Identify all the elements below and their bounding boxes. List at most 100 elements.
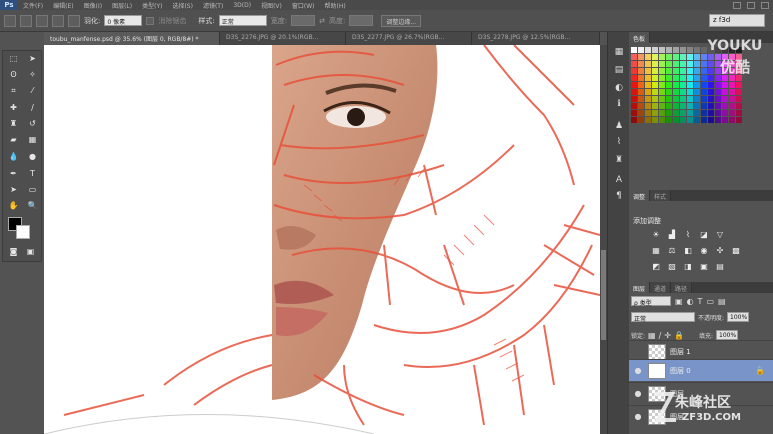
color-swatch[interactable]	[638, 96, 644, 102]
color-swatch[interactable]	[673, 61, 679, 67]
color-swatch[interactable]	[659, 103, 665, 109]
color-swatch[interactable]	[645, 117, 651, 123]
color-swatch[interactable]	[652, 89, 658, 95]
color-swatch[interactable]	[680, 82, 686, 88]
color-swatch[interactable]	[701, 103, 707, 109]
tab-styles[interactable]: 样式	[650, 190, 672, 201]
lock-transparency-icon[interactable]: ▦	[648, 331, 656, 340]
color-swatch[interactable]	[687, 61, 693, 67]
color-swatch[interactable]	[687, 89, 693, 95]
color-swatch[interactable]	[687, 117, 693, 123]
selective-color-icon[interactable]: ▣	[699, 262, 709, 272]
color-swatch[interactable]	[680, 103, 686, 109]
color-swatch[interactable]	[659, 117, 665, 123]
shape-filter-icon[interactable]: ▭	[706, 297, 714, 306]
color-swatch[interactable]	[680, 68, 686, 74]
color-swatch[interactable]	[708, 89, 714, 95]
color-swatch[interactable]	[715, 89, 721, 95]
color-swatch[interactable]	[666, 82, 672, 88]
color-swatch[interactable]	[694, 89, 700, 95]
path-select-icon[interactable]: ➤	[8, 185, 19, 195]
color-swatch[interactable]	[659, 47, 665, 53]
color-swatch[interactable]	[631, 96, 637, 102]
hand-tool-icon[interactable]: ✋	[8, 201, 19, 211]
exposure-icon[interactable]: ◪	[699, 230, 709, 240]
color-swatch[interactable]	[694, 54, 700, 60]
type-filter-icon[interactable]: T	[698, 297, 703, 306]
color-swatch[interactable]	[666, 47, 672, 53]
menu-layer[interactable]: 图层(L)	[107, 1, 137, 10]
color-swatch[interactable]	[722, 103, 728, 109]
vibrance-icon[interactable]: ▽	[715, 230, 725, 240]
lock-pixels-icon[interactable]: ∕	[659, 331, 662, 340]
workspace-select[interactable]: z f3d	[709, 14, 765, 27]
color-swatch[interactable]	[645, 54, 651, 60]
dodge-tool-icon[interactable]: ●	[27, 152, 38, 162]
color-swatch[interactable]	[638, 82, 644, 88]
color-swatch[interactable]	[631, 68, 637, 74]
color-swatch[interactable]	[666, 96, 672, 102]
color-swatch[interactable]	[652, 61, 658, 67]
color-swatch[interactable]	[701, 89, 707, 95]
curves-icon[interactable]: ⌇	[683, 230, 693, 240]
color-swatch[interactable]	[638, 54, 644, 60]
channel-mixer-icon[interactable]: ✣	[715, 246, 725, 256]
color-swatch[interactable]	[722, 117, 728, 123]
color-swatch[interactable]	[736, 103, 742, 109]
color-swatch[interactable]	[645, 89, 651, 95]
layer-kind-select[interactable]: ρ 类型	[631, 296, 671, 307]
healing-brush-icon[interactable]: ✚	[8, 103, 19, 113]
color-swatch[interactable]	[652, 103, 658, 109]
color-swatch[interactable]	[645, 61, 651, 67]
color-swatch[interactable]	[687, 68, 693, 74]
color-swatch[interactable]	[680, 110, 686, 116]
layer-row-selected[interactable]: ● 图层 0 🔒	[629, 359, 773, 381]
color-swatch[interactable]	[673, 96, 679, 102]
color-swatch[interactable]	[652, 47, 658, 53]
color-swatch[interactable]	[645, 47, 651, 53]
tab-paths[interactable]: 路径	[671, 282, 693, 293]
menu-file[interactable]: 文件(F)	[18, 1, 48, 10]
character-panel-icon[interactable]: A	[613, 174, 625, 186]
width-input[interactable]	[291, 15, 316, 26]
hue-saturation-icon[interactable]: ▦	[651, 246, 661, 256]
color-swatch[interactable]	[631, 103, 637, 109]
color-swatch[interactable]	[638, 75, 644, 81]
color-panel-icon[interactable]: ▦	[613, 46, 625, 58]
eye-icon[interactable]: ●	[632, 412, 644, 421]
color-swatch[interactable]	[631, 47, 637, 53]
tab-swatches[interactable]: 色板	[629, 32, 651, 43]
paragraph-panel-icon[interactable]: ¶	[613, 190, 625, 202]
color-swatch[interactable]	[631, 89, 637, 95]
color-swatch[interactable]	[652, 117, 658, 123]
add-selection-icon[interactable]	[36, 14, 48, 27]
color-swatch[interactable]	[645, 96, 651, 102]
color-swatch[interactable]	[687, 82, 693, 88]
eraser-tool-icon[interactable]: ▰	[8, 135, 19, 145]
color-swatch[interactable]	[638, 110, 644, 116]
feather-input[interactable]: 0 像素	[104, 15, 143, 26]
clone-source-icon[interactable]: ♜	[613, 154, 625, 166]
refine-edge-button[interactable]: 调整边缘...	[381, 14, 422, 27]
brush-panel-icon[interactable]: ⌇	[613, 136, 625, 148]
color-swatch[interactable]	[659, 61, 665, 67]
color-swatch[interactable]	[673, 117, 679, 123]
eye-icon[interactable]: ●	[632, 366, 644, 375]
color-swatch[interactable]	[694, 110, 700, 116]
color-swatch[interactable]	[659, 82, 665, 88]
color-swatch[interactable]	[645, 110, 651, 116]
color-swatch[interactable]	[687, 96, 693, 102]
swatches-panel-icon[interactable]: ▤	[613, 64, 625, 76]
color-swatch[interactable]	[631, 61, 637, 67]
zoom-tool-icon[interactable]: 🔍	[27, 201, 38, 211]
move-tool-icon[interactable]: ➤	[27, 54, 38, 64]
color-swatch[interactable]	[729, 89, 735, 95]
tab-channels[interactable]: 通道	[650, 282, 672, 293]
color-swatch[interactable]	[715, 103, 721, 109]
brightness-icon[interactable]: ☀	[651, 230, 661, 240]
color-swatch[interactable]	[673, 89, 679, 95]
color-lookup-icon[interactable]: ▩	[731, 246, 741, 256]
color-swatch[interactable]	[645, 75, 651, 81]
brush-tool-icon[interactable]: ∕	[27, 103, 38, 113]
color-swatch[interactable]	[694, 103, 700, 109]
